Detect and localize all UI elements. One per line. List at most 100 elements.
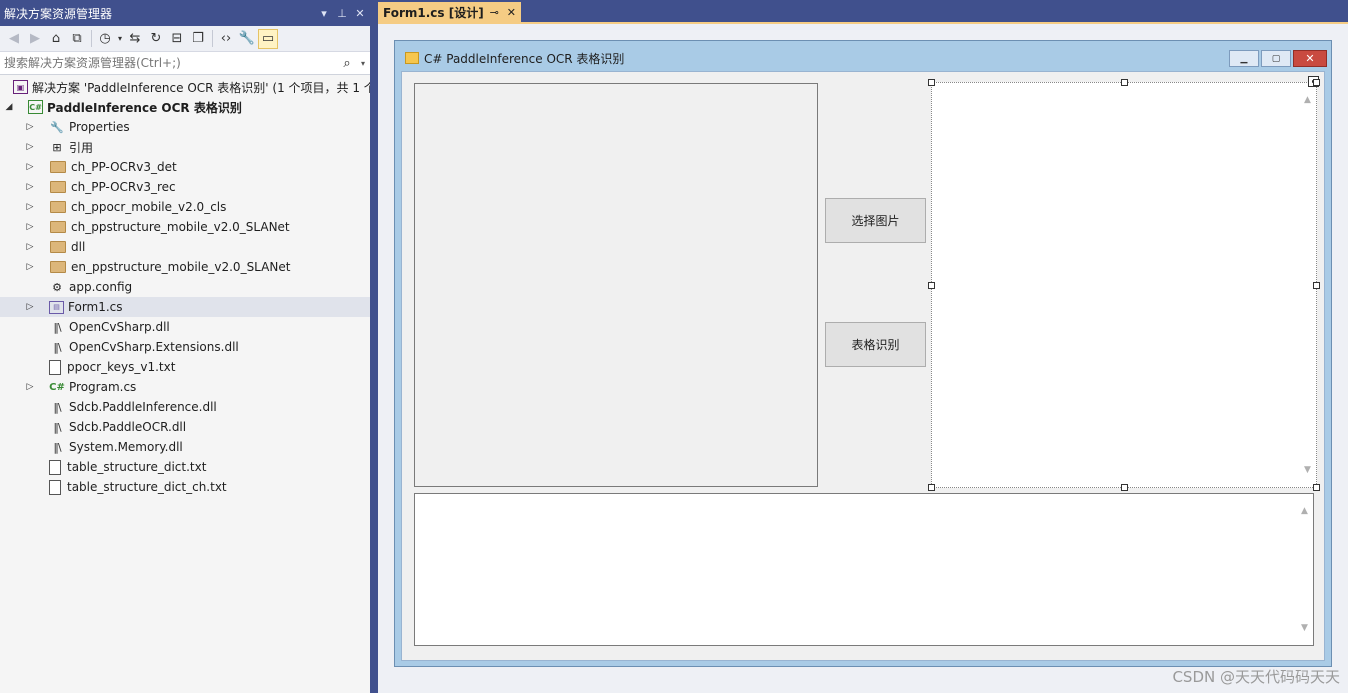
references-icon: ⊞	[52, 140, 62, 154]
forward-icon[interactable]: ▶	[25, 29, 45, 49]
form-icon: ▤	[49, 300, 64, 314]
scroll-up-icon[interactable]: ▲	[1301, 506, 1308, 516]
sync-icon[interactable]: ⇆	[125, 29, 145, 49]
form-window[interactable]: C# PaddleInference OCR 表格识别 ▁ ▢ ✕ 选择图片 表…	[394, 40, 1332, 667]
resize-handle[interactable]	[1313, 79, 1320, 86]
collapsed-arrow-icon[interactable]: ▷	[23, 302, 37, 312]
text-file-icon	[49, 359, 61, 375]
tree-item-program[interactable]: ▷ C# Program.cs	[0, 377, 370, 397]
table-recognition-button[interactable]: 表格识别	[825, 322, 926, 367]
form-app-icon	[405, 52, 419, 64]
show-all-files-icon[interactable]: ❐	[188, 29, 208, 49]
properties-wrench-icon[interactable]: 🔧	[237, 29, 257, 49]
vertical-scrollbar[interactable]: ▲ ▼	[1301, 506, 1311, 633]
tree-item-folder[interactable]: ▷ ch_ppocr_mobile_v2.0_cls	[0, 197, 370, 217]
collapsed-arrow-icon[interactable]: ▷	[23, 162, 37, 172]
expanded-arrow-icon[interactable]: ◢	[2, 102, 16, 112]
library-icon: ‖\	[53, 400, 61, 414]
minimize-button[interactable]: ▁	[1229, 50, 1259, 67]
search-icon[interactable]: ⌕	[338, 56, 356, 71]
tree-item-properties[interactable]: ▷ 🔧 Properties	[0, 117, 370, 137]
switch-views-icon[interactable]: ⧉	[67, 29, 87, 49]
select-image-button[interactable]: 选择图片	[825, 198, 926, 243]
tree-item-project[interactable]: ◢ C# PaddleInference OCR 表格识别	[0, 97, 370, 117]
close-tab-icon[interactable]: ✕	[507, 6, 516, 19]
tree-item-folder[interactable]: ▷ ch_PP-OCRv3_det	[0, 157, 370, 177]
scroll-down-icon[interactable]: ▼	[1304, 465, 1311, 475]
refresh-icon[interactable]: ↻	[146, 29, 166, 49]
collapsed-arrow-icon[interactable]: ▷	[23, 222, 37, 232]
form-client-area[interactable]: 选择图片 表格识别 ▲ ▼ ▸ ▲ ▼	[401, 71, 1325, 661]
solution-explorer-toolbar: ◀ ▶ ⌂ ⧉ ◷ ▾ ⇆ ↻ ⊟ ❐ ‹› 🔧 ▭	[0, 26, 370, 52]
back-icon[interactable]: ◀	[4, 29, 24, 49]
panel-pin-icon[interactable]: ⊥	[334, 7, 350, 20]
collapsed-arrow-icon[interactable]: ▷	[23, 202, 37, 212]
tree-item-references[interactable]: ▷ ⊞ 引用	[0, 137, 370, 157]
dropdown-arrow-icon[interactable]: ▾	[116, 29, 124, 49]
library-icon: ‖\	[53, 440, 61, 454]
tree-item-label: System.Memory.dll	[69, 440, 183, 454]
tree-item-solution[interactable]: ▣ 解决方案 'PaddleInference OCR 表格识别' (1 个项目…	[0, 77, 370, 97]
tree-item-folder[interactable]: ▷ en_ppstructure_mobile_v2.0_SLANet	[0, 257, 370, 277]
tree-item-folder[interactable]: ▷ ch_ppstructure_mobile_v2.0_SLANet	[0, 217, 370, 237]
tree-item-file[interactable]: ‖\ OpenCvSharp.dll	[0, 317, 370, 337]
tree-item-file[interactable]: ‖\ System.Memory.dll	[0, 437, 370, 457]
tree-item-file[interactable]: ‖\ OpenCvSharp.Extensions.dll	[0, 337, 370, 357]
tree-item-file[interactable]: ppocr_keys_v1.txt	[0, 357, 370, 377]
solution-search-box[interactable]: ⌕ ▾	[0, 52, 370, 75]
collapsed-arrow-icon[interactable]: ▷	[23, 262, 37, 272]
folder-icon	[50, 241, 66, 253]
collapsed-arrow-icon[interactable]: ▷	[23, 122, 37, 132]
document-tab-bar: Form1.cs [设计] ⊸ ✕	[378, 0, 1348, 22]
panel-options-icon[interactable]: ▾	[316, 7, 332, 20]
tree-item-label: Form1.cs	[68, 300, 123, 314]
collapsed-arrow-icon[interactable]: ▷	[23, 142, 37, 152]
folder-icon	[50, 161, 66, 173]
tree-item-file[interactable]: ⚙ app.config	[0, 277, 370, 297]
preview-selected-icon[interactable]: ▭	[258, 28, 278, 49]
resize-handle[interactable]	[1121, 79, 1128, 86]
tree-item-form1[interactable]: ▷ ▤ Form1.cs	[0, 297, 370, 317]
result-richtextbox-selected[interactable]: ▲ ▼ ▸	[928, 76, 1320, 491]
search-options-icon[interactable]: ▾	[356, 59, 370, 68]
tree-item-label: app.config	[69, 280, 133, 294]
resize-handle[interactable]	[928, 484, 935, 491]
collapsed-arrow-icon[interactable]: ▷	[23, 382, 37, 392]
text-file-icon	[49, 459, 61, 475]
scroll-up-icon[interactable]: ▲	[1304, 95, 1311, 105]
tree-item-label: table_structure_dict_ch.txt	[67, 480, 227, 494]
csharp-file-icon: C#	[49, 381, 65, 393]
home-icon[interactable]: ⌂	[46, 29, 66, 49]
solution-search-input[interactable]	[0, 55, 338, 71]
resize-handle[interactable]	[1313, 282, 1320, 289]
tree-item-folder[interactable]: ▷ ch_PP-OCRv3_rec	[0, 177, 370, 197]
tree-item-file[interactable]: table_structure_dict.txt	[0, 457, 370, 477]
tree-item-file[interactable]: ‖\ Sdcb.PaddleInference.dll	[0, 397, 370, 417]
folder-icon	[50, 201, 66, 213]
tree-item-label: PaddleInference OCR 表格识别	[47, 100, 242, 115]
tab-form1-designer[interactable]: Form1.cs [设计] ⊸ ✕	[378, 2, 521, 22]
view-code-icon[interactable]: ‹›	[216, 29, 236, 49]
output-textbox[interactable]: ▲ ▼	[414, 493, 1314, 646]
scroll-down-icon[interactable]: ▼	[1301, 623, 1308, 633]
tree-item-label: ch_PP-OCRv3_rec	[71, 180, 176, 194]
panel-close-icon[interactable]: ✕	[352, 7, 368, 20]
collapsed-arrow-icon[interactable]: ▷	[23, 242, 37, 252]
tree-item-file[interactable]: ‖\ Sdcb.PaddleOCR.dll	[0, 417, 370, 437]
pending-changes-icon[interactable]: ◷	[95, 29, 115, 49]
maximize-button[interactable]: ▢	[1261, 50, 1291, 67]
panel-splitter[interactable]	[370, 0, 378, 693]
resize-handle[interactable]	[928, 79, 935, 86]
collapse-all-icon[interactable]: ⊟	[167, 29, 187, 49]
tree-item-folder[interactable]: ▷ dll	[0, 237, 370, 257]
tree-item-label: ch_ppstructure_mobile_v2.0_SLANet	[71, 220, 290, 234]
picture-box[interactable]	[414, 83, 818, 487]
close-window-button[interactable]: ✕	[1293, 50, 1327, 67]
resize-handle[interactable]	[1313, 484, 1320, 491]
collapsed-arrow-icon[interactable]: ▷	[23, 182, 37, 192]
tree-item-file[interactable]: table_structure_dict_ch.txt	[0, 477, 370, 497]
pin-tab-icon[interactable]: ⊸	[490, 6, 499, 19]
resize-handle[interactable]	[928, 282, 935, 289]
solution-icon: ▣	[13, 80, 28, 94]
resize-handle[interactable]	[1121, 484, 1128, 491]
